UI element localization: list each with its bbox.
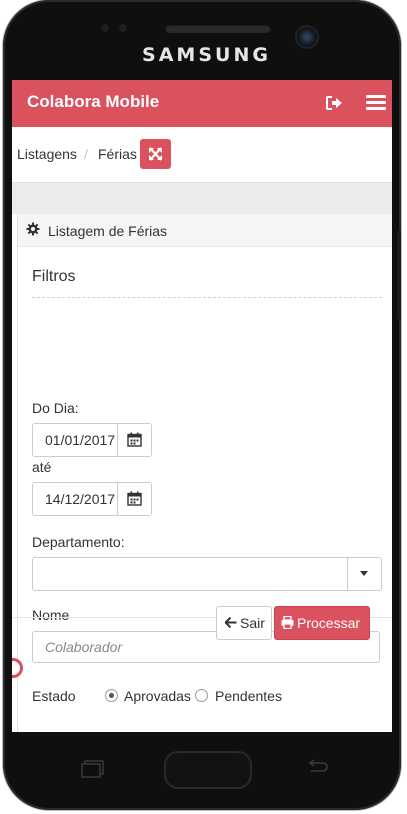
radio-aprovadas[interactable] [105, 689, 118, 702]
ate-value: 14/12/2017 [45, 491, 116, 507]
nome-label: Nome [32, 607, 70, 623]
do-dia-calendar-button[interactable] [117, 424, 151, 456]
breadcrumb-item-listagens[interactable]: Listagens [17, 146, 77, 162]
do-dia-date-field[interactable]: 01/01/2017 [32, 423, 152, 457]
panel-header: Listagem de Férias [18, 214, 392, 247]
radio-pendentes-label[interactable]: Pendentes [215, 688, 282, 704]
panel-title: Listagem de Férias [48, 223, 168, 239]
side-power-button [397, 230, 401, 320]
sign-out-icon[interactable] [325, 95, 343, 111]
departamento-label: Departamento: [32, 534, 125, 550]
hamburger-icon[interactable] [366, 95, 386, 111]
processar-button[interactable]: Processar [274, 606, 370, 640]
ate-date-field[interactable]: 14/12/2017 [32, 482, 152, 516]
device-brand: SAMSUNG [142, 44, 271, 66]
calendar-icon [127, 491, 142, 506]
select-toggle[interactable] [347, 558, 381, 590]
caret-down-icon [360, 571, 368, 576]
breadcrumb-separator: / [84, 146, 88, 162]
ate-calendar-button[interactable] [117, 483, 151, 515]
expand-button[interactable] [140, 139, 171, 169]
print-icon [281, 616, 294, 629]
content-spacer [12, 183, 392, 214]
proximity-sensor [101, 24, 109, 32]
light-sensor [119, 24, 127, 32]
breadcrumb: Listagens / Férias [12, 127, 392, 183]
sair-button[interactable]: Sair [216, 606, 272, 640]
radio-aprovadas-label[interactable]: Aprovadas [124, 688, 191, 704]
arrow-left-icon [225, 617, 237, 628]
do-dia-value: 01/01/2017 [45, 432, 116, 448]
expand-arrows-icon [149, 147, 162, 161]
estado-label: Estado [32, 688, 76, 704]
ferias-panel: Listagem de Férias Filtros Do Dia: 01/01… [17, 214, 392, 732]
recent-apps-icon[interactable] [80, 760, 106, 778]
processar-label: Processar [297, 615, 361, 631]
ate-label: até [32, 459, 52, 475]
do-dia-label: Do Dia: [32, 400, 79, 416]
app-header: Colabora Mobile [12, 80, 392, 127]
calendar-icon [127, 432, 142, 447]
home-button[interactable] [164, 751, 252, 789]
earpiece-speaker [165, 24, 271, 33]
app-title: Colabora Mobile [27, 92, 160, 111]
back-icon[interactable] [305, 758, 329, 776]
breadcrumb-item-ferias: Férias [98, 146, 137, 162]
radio-pendentes[interactable] [195, 689, 208, 702]
filters-heading: Filtros [32, 268, 76, 285]
sair-label: Sair [240, 615, 265, 631]
departamento-select[interactable] [32, 557, 382, 591]
gear-icon [26, 222, 40, 236]
filters-divider [32, 297, 382, 298]
